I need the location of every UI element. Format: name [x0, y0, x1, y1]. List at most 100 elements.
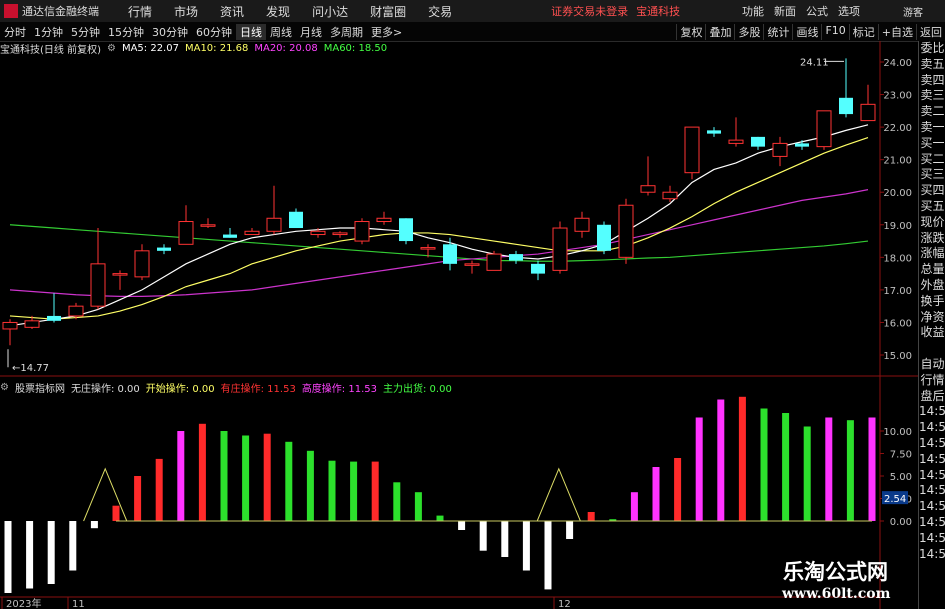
indicator-bar [112, 505, 120, 521]
indicator-bar [695, 417, 703, 521]
back-button[interactable]: 返回 [916, 23, 945, 40]
side-item[interactable]: 卖五 [919, 57, 945, 73]
indicator-bar [825, 417, 833, 521]
indicator-bar [371, 461, 379, 521]
indicator-bar [285, 441, 293, 521]
candle-body [178, 221, 194, 245]
watermark-url: www.60lt.com [782, 586, 891, 602]
candle-body [134, 250, 150, 278]
indicator-bar [717, 399, 725, 521]
candle-body [266, 217, 282, 232]
side-item: 14:50 [919, 420, 945, 435]
side-item[interactable]: 卖四 [919, 73, 945, 89]
indicator-bar [587, 512, 595, 521]
side-item[interactable]: 买一 [919, 136, 945, 152]
indicator-bar [69, 521, 77, 571]
indicator-bar [760, 408, 768, 521]
indicator-bar [738, 396, 746, 521]
candle-body [618, 204, 634, 258]
indicator-bar [436, 515, 444, 521]
candle-body [332, 232, 348, 236]
indicator-bar [674, 458, 682, 521]
chart-canvas[interactable]: 24.00 23.00 22.00 21.00 20.00 19.00 18.00 17.00… [0, 0, 918, 609]
side-item[interactable]: 卖一 [919, 120, 945, 136]
current-value-label: 2.54 [884, 494, 906, 505]
candle-body [420, 247, 436, 250]
side-item: 14:50 [919, 514, 945, 529]
side-item[interactable]: 盘后 [919, 389, 945, 405]
indicator-bar [630, 492, 638, 521]
side-item[interactable]: 买五 [919, 199, 945, 215]
ma5-line [9, 124, 869, 327]
indicator-bar [846, 420, 854, 521]
indicator-bar [803, 426, 811, 521]
start-signal-line [536, 467, 581, 522]
indicator-bar [328, 460, 336, 521]
side-item[interactable]: 现价 [919, 215, 945, 231]
watermark-title: 乐淘公式网 [783, 559, 888, 584]
candle-body [464, 263, 480, 266]
candle-body [354, 221, 370, 242]
side-item: 14:50 [919, 546, 945, 561]
ind-tick-label: 5.00 [890, 472, 912, 483]
candle-body [399, 218, 413, 242]
side-item[interactable]: 换手 [919, 294, 945, 310]
candle-body [310, 230, 326, 236]
side-item: 14:50 [919, 467, 945, 482]
indicator-bar [501, 521, 509, 557]
candle-body [157, 247, 171, 251]
side-item[interactable]: 净资 [919, 310, 945, 326]
side-item[interactable]: 买二 [919, 152, 945, 168]
side-item [919, 341, 945, 357]
ind-tick-label: 0.00 [890, 517, 912, 528]
indicator-bar [393, 482, 401, 521]
candle-body [552, 227, 568, 271]
candle-body [772, 142, 788, 157]
indicator-bar [544, 521, 552, 590]
side-item: 14:50 [919, 404, 945, 419]
side-item[interactable]: 涨幅 [919, 246, 945, 262]
side-item: 14:50 [919, 483, 945, 498]
indicator-bar [242, 435, 250, 521]
price-tick-label: 22.00 [883, 123, 912, 134]
indicator-bar [458, 521, 466, 530]
low-label: ←14.77 [12, 363, 49, 374]
side-item[interactable]: 委比 [919, 41, 945, 57]
indicator-bar [566, 521, 574, 539]
candle-body [376, 217, 392, 223]
indicator-bar [155, 458, 163, 521]
price-tick-label: 24.00 [883, 58, 912, 69]
candle-body [223, 234, 237, 238]
side-item[interactable]: 涨跌 [919, 231, 945, 247]
candle-body [200, 224, 216, 227]
side-item[interactable]: 买四 [919, 183, 945, 199]
candle-body [795, 143, 809, 147]
indicator-bar [47, 521, 55, 584]
date-label: 12 [558, 599, 571, 609]
indicator-bar [306, 450, 314, 521]
price-tick-label: 15.00 [883, 351, 912, 362]
side-item[interactable]: 卖二 [919, 104, 945, 120]
candle-body [574, 217, 590, 232]
date-label: 11 [72, 599, 85, 609]
price-tick-label: 16.00 [883, 318, 912, 329]
date-label: 2023年 [6, 597, 41, 609]
side-item[interactable]: 外盘 [919, 278, 945, 294]
side-item[interactable]: 总量 [919, 262, 945, 278]
candle-body [443, 244, 457, 264]
side-item[interactable]: 买三 [919, 167, 945, 183]
side-item[interactable]: 行情 [919, 373, 945, 389]
price-tick-label: 23.00 [883, 91, 912, 102]
side-item[interactable]: 自动 [919, 357, 945, 373]
price-tick-label: 19.00 [883, 221, 912, 232]
price-tick-label: 21.00 [883, 156, 912, 167]
candle-body [486, 253, 502, 271]
indicator-bar [90, 521, 98, 529]
candle-body [244, 230, 260, 236]
side-item[interactable]: 收益 [919, 325, 945, 341]
candle-body [751, 136, 765, 147]
indicator-bar [350, 461, 358, 521]
side-item[interactable]: 卖三 [919, 88, 945, 104]
indicator-bar [134, 476, 142, 521]
ind-tick-label: 7.50 [890, 450, 912, 461]
